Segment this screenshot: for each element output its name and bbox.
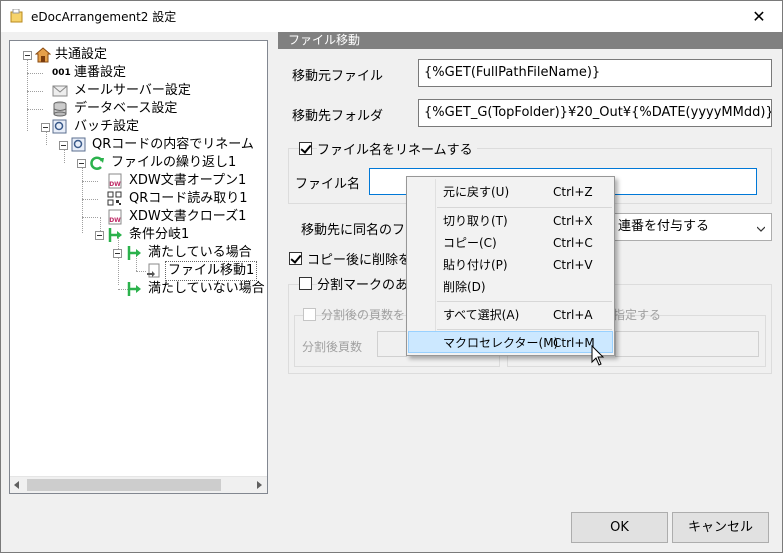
context-menu: 元に戻す(U) Ctrl+Z 切り取り(T) Ctrl+X コピー(C) Ctrl+C… bbox=[406, 176, 615, 356]
tree-item-condition-false[interactable]: 満たしていない場合 bbox=[10, 280, 267, 298]
tree-item-label: XDW文書クローズ1 bbox=[129, 209, 247, 224]
tree-horizontal-scrollbar[interactable] bbox=[10, 476, 267, 493]
menu-item-macro-selector[interactable]: マクロセレクター(M) Ctrl+M bbox=[408, 331, 613, 353]
menu-item-undo[interactable]: 元に戻す(U) Ctrl+Z bbox=[409, 181, 612, 203]
collapse-toggle[interactable] bbox=[113, 249, 122, 258]
tree-item-label: バッチ設定 bbox=[74, 119, 140, 134]
tree-item-label: 条件分岐1 bbox=[129, 227, 190, 242]
menu-item-select-all[interactable]: すべて選択(A) Ctrl+A bbox=[409, 304, 612, 326]
tree-item-qr-rename[interactable]: QRコードの内容でリネーム bbox=[10, 136, 267, 154]
source-file-input[interactable]: {%GET(FullPathFileName)} bbox=[418, 59, 772, 87]
svg-text:DW: DW bbox=[109, 181, 121, 188]
filename-label: ファイル名 bbox=[295, 177, 361, 192]
house-icon bbox=[35, 47, 51, 63]
tree-item-label: 満たしていない場合 bbox=[148, 281, 265, 296]
database-icon bbox=[53, 101, 67, 117]
settings-tree[interactable]: 共通設定 001 連番設定 メールサーバー設定 データベース設定 バッチ設定 Q… bbox=[9, 40, 268, 494]
xdw-icon: DW bbox=[108, 173, 122, 189]
number-icon: 001 bbox=[52, 68, 71, 78]
split-pages-check-label: 分割後の頁数を bbox=[321, 308, 406, 322]
tree-item-condition-branch[interactable]: 条件分岐1 bbox=[10, 226, 267, 244]
collapse-toggle[interactable] bbox=[59, 141, 68, 150]
branch-icon bbox=[127, 246, 141, 260]
rename-checkbox[interactable] bbox=[299, 142, 312, 155]
tree-item-qr-read[interactable]: QRコード読み取り1 bbox=[10, 190, 267, 208]
tree-item-mail-server-settings[interactable]: メールサーバー設定 bbox=[10, 82, 267, 100]
menu-item-cut[interactable]: 切り取り(T) Ctrl+X bbox=[409, 210, 612, 232]
tree-item-label: QRコード読み取り1 bbox=[129, 191, 248, 206]
split-pages-input[interactable] bbox=[377, 331, 407, 357]
scroll-right-icon[interactable] bbox=[257, 481, 262, 489]
tree-item-label: 共通設定 bbox=[55, 47, 108, 62]
rename-check-label: ファイル名をリネームする bbox=[317, 139, 477, 158]
collapse-toggle[interactable] bbox=[95, 231, 104, 240]
split-pages-checkbox[interactable] bbox=[303, 308, 316, 321]
file-move-icon bbox=[147, 263, 160, 278]
tree-item-file-move[interactable]: ファイル移動1 bbox=[10, 261, 267, 281]
split-right-input[interactable] bbox=[615, 331, 759, 357]
tree-item-database-settings[interactable]: データベース設定 bbox=[10, 100, 267, 118]
tree-item-label: XDW文書オープン1 bbox=[129, 173, 247, 188]
title-bar[interactable]: eDocArrangement2 設定 ✕ bbox=[1, 1, 782, 32]
same-name-label: 移動先に同名のフ bbox=[301, 223, 406, 238]
same-name-dropdown[interactable]: 連番を付与する bbox=[601, 213, 772, 241]
section-title: ファイル移動 bbox=[278, 32, 782, 49]
qr-rename-icon bbox=[71, 137, 86, 152]
delete-after-copy-label: コピー後に削除を bbox=[307, 253, 412, 268]
tree-item-xdw-close[interactable]: DW XDW文書クローズ1 bbox=[10, 208, 267, 226]
source-file-label: 移動元ファイル bbox=[292, 69, 384, 84]
collapse-toggle[interactable] bbox=[77, 159, 86, 168]
split-mark-label: 分割マークのあ bbox=[317, 274, 413, 293]
settings-window: eDocArrangement2 設定 ✕ 共通設定 001 連番設定 メールサ… bbox=[0, 0, 783, 553]
collapse-toggle[interactable] bbox=[41, 123, 50, 132]
tree-item-label: データベース設定 bbox=[74, 101, 178, 116]
cancel-button[interactable]: キャンセル bbox=[672, 512, 769, 543]
mail-icon bbox=[52, 85, 68, 97]
tree-item-label: QRコードの内容でリネーム bbox=[92, 137, 254, 152]
close-button[interactable]: ✕ bbox=[736, 1, 782, 32]
tree-item-label: 満たしている場合 bbox=[148, 245, 252, 260]
app-icon bbox=[10, 9, 23, 23]
tree-item-label: 連番設定 bbox=[74, 65, 127, 80]
branch-icon bbox=[108, 228, 122, 242]
svg-text:DW: DW bbox=[109, 217, 121, 224]
window-title: eDocArrangement2 設定 bbox=[31, 10, 177, 24]
dest-folder-label: 移動先フォルダ bbox=[292, 109, 384, 124]
menu-item-delete[interactable]: 削除(D) bbox=[409, 276, 612, 298]
mouse-cursor-icon bbox=[591, 345, 605, 366]
tree-item-label: ファイル移動1 bbox=[164, 261, 258, 281]
split-pages-label: 分割後頁数 bbox=[302, 340, 363, 354]
scroll-left-icon[interactable] bbox=[14, 481, 19, 489]
tree-item-label: メールサーバー設定 bbox=[74, 83, 191, 98]
chevron-down-icon bbox=[757, 226, 765, 232]
tree-item-serial-settings[interactable]: 001 連番設定 bbox=[10, 64, 267, 82]
tree-item-xdw-open[interactable]: DW XDW文書オープン1 bbox=[10, 172, 267, 190]
menu-item-copy[interactable]: コピー(C) Ctrl+C bbox=[409, 232, 612, 254]
ok-button[interactable]: OK bbox=[571, 512, 668, 543]
collapse-toggle[interactable] bbox=[23, 51, 32, 60]
tree-item-common-settings[interactable]: 共通設定 bbox=[10, 46, 267, 64]
loop-icon bbox=[90, 156, 104, 170]
branch-icon bbox=[127, 282, 141, 296]
same-name-selected: 連番を付与する bbox=[618, 219, 710, 234]
split-pages-right-label: 指定する bbox=[613, 308, 662, 322]
split-mark-checkbox[interactable] bbox=[299, 277, 312, 290]
dest-folder-input[interactable]: {%GET_G(TopFolder)}¥20_Out¥{%DATE(yyyyMM… bbox=[418, 99, 772, 127]
xdw-icon: DW bbox=[108, 209, 122, 225]
batch-icon bbox=[52, 119, 67, 134]
tree-item-batch-settings[interactable]: バッチ設定 bbox=[10, 118, 267, 136]
tree-item-condition-true[interactable]: 満たしている場合 bbox=[10, 244, 267, 262]
delete-after-copy-checkbox[interactable] bbox=[289, 252, 302, 265]
tree-item-file-loop[interactable]: ファイルの繰り返し1 bbox=[10, 154, 267, 172]
menu-item-paste[interactable]: 貼り付け(P) Ctrl+V bbox=[409, 254, 612, 276]
qr-icon bbox=[107, 191, 122, 206]
tree-item-label: ファイルの繰り返し1 bbox=[111, 155, 237, 170]
scrollbar-thumb[interactable] bbox=[27, 479, 221, 491]
